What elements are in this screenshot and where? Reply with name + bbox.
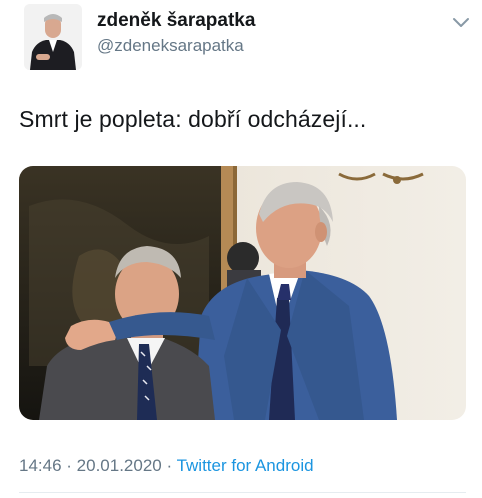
- avatar[interactable]: [24, 4, 82, 70]
- photo-illustration: [19, 166, 466, 420]
- tweet-meta: 14:46 · 20.01.2020 · Twitter for Android: [19, 456, 314, 476]
- display-name[interactable]: zdeněk šarapatka: [97, 10, 255, 32]
- tweet-date[interactable]: 20.01.2020: [77, 456, 162, 475]
- tweet-time[interactable]: 14:46: [19, 456, 62, 475]
- meta-separator-2: ·: [161, 456, 177, 475]
- avatar-image: [24, 4, 82, 70]
- meta-separator: ·: [61, 456, 77, 475]
- tweet-text: Smrt je popleta: dobří odcházejí...: [19, 106, 367, 132]
- tweet-photo[interactable]: [19, 166, 466, 420]
- user-handle[interactable]: @zdeneksarapatka: [97, 36, 244, 56]
- chevron-down-icon[interactable]: [450, 14, 472, 32]
- tweet-source-link[interactable]: Twitter for Android: [177, 456, 314, 475]
- divider: [19, 492, 466, 493]
